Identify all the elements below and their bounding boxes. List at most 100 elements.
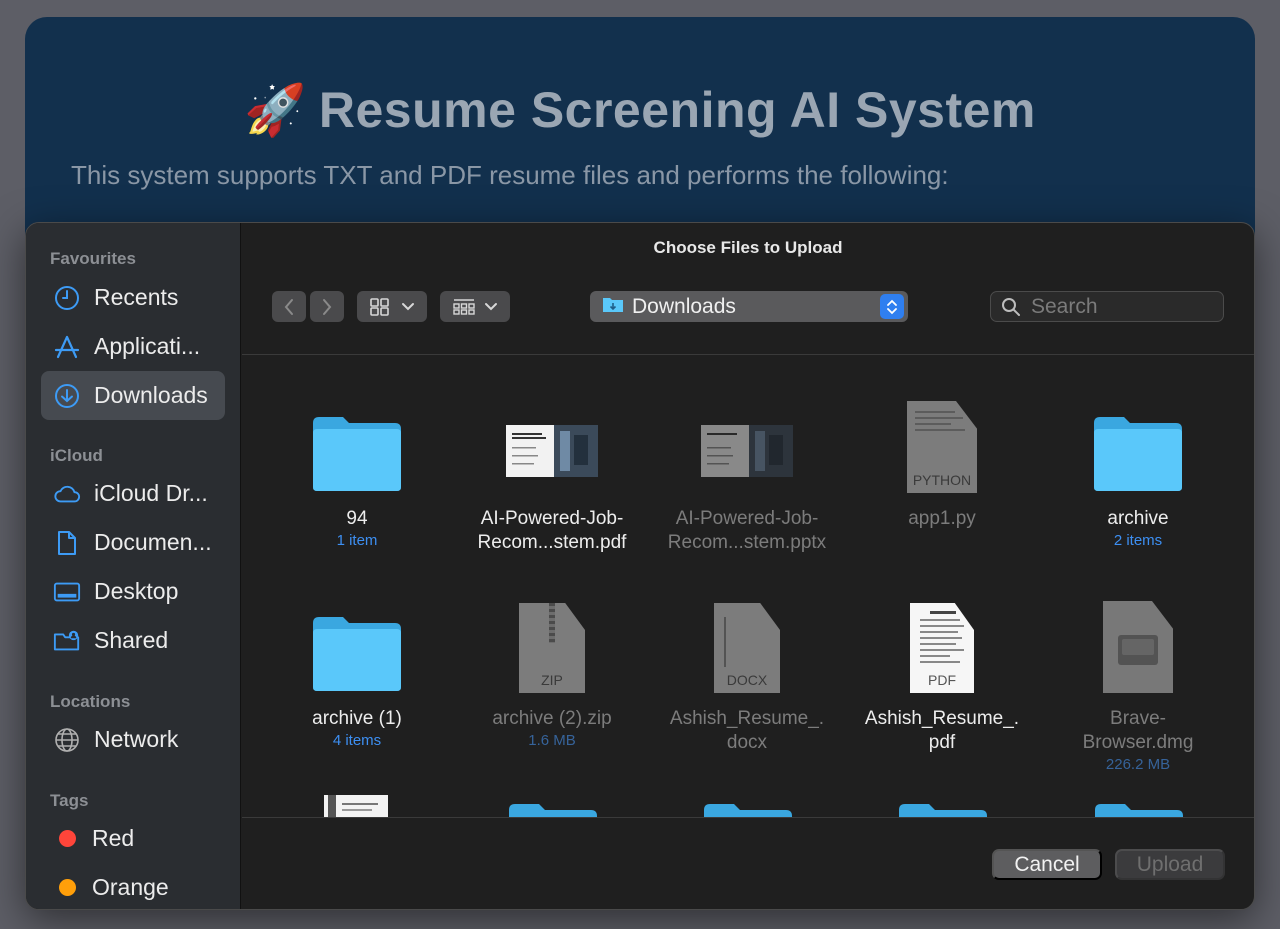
file-chooser-dialog: Favourites Recents Applicati... Download… [25,222,1255,910]
download-icon [53,382,81,410]
sidebar-item-label: Network [94,726,179,752]
red-tag-dot-icon [59,830,76,847]
dialog-title: Choose Files to Upload [653,238,843,257]
file-item-pdf-slide[interactable]: AI-Powered-Job- Recom...stem.pdf [454,391,650,555]
sidebar-item-label: Recents [94,284,179,310]
partial-folder-icon [1095,804,1183,817]
file-meta: 1 item [336,532,378,549]
file-name: archive (2).zip [492,708,612,729]
app-title-text: Resume Screening AI System [318,82,1036,138]
icon-view-icon [370,297,389,316]
file-item-pptx-slide: AI-Powered-Job- Recom...stem.pptx [649,391,845,555]
sidebar-section-icloud: iCloud [50,446,103,465]
file-meta: 4 items [332,732,382,749]
disk-image-icon [1040,591,1236,693]
desktop-icon [53,578,81,606]
partial-document-thumbnail-icon [324,795,388,817]
footer-divider [242,817,1254,818]
chevron-right-icon [323,298,332,315]
zip-file-icon: ZIP [454,591,650,693]
file-name: 94 [346,508,368,529]
rocket-icon: 🚀 [244,82,307,138]
file-item-dmg: Brave- Browser.dmg 226.2 MB [1040,591,1236,775]
file-item-folder-archive[interactable]: archive 2 items [1040,391,1236,551]
partial-folder-icon [509,804,597,817]
group-by-button[interactable] [440,291,510,322]
sidebar-item-label: iCloud Dr... [94,480,208,506]
document-icon [53,529,81,557]
chevron-left-icon [284,298,293,315]
file-name: AI-Powered-Job- Recom...stem.pdf [477,508,627,553]
sidebar-item-label: Documen... [94,529,212,555]
file-meta: 226.2 MB [1105,756,1171,773]
sidebar-item-label: Shared [94,627,169,653]
sidebar-section-favourites: Favourites [50,249,136,268]
folder-icon [259,391,455,493]
cancel-button[interactable]: Cancel [992,849,1102,880]
search-icon [1002,297,1020,316]
orange-tag-dot-icon [59,879,76,896]
sidebar-item-label: Red [92,825,135,851]
file-item-python: PYTHON app1.py [844,391,1040,531]
view-mode-button[interactable] [357,291,427,322]
file-item-docx: DOCX Ashish_Resume_. docx [649,591,845,755]
group-view-icon [453,298,475,315]
clock-icon [53,284,81,312]
file-item-pdf[interactable]: PDF Ashish_Resume_. pdf [844,591,1040,755]
back-button[interactable] [272,291,306,322]
app-subtitle: This system supports TXT and PDF resume … [71,160,949,190]
docx-file-icon: DOCX [649,591,845,693]
chevron-down-icon [402,302,414,310]
folder-icon [259,591,455,693]
sidebar-section-locations: Locations [50,692,131,711]
globe-icon [53,726,81,754]
search-field[interactable] [990,291,1224,322]
file-item-folder-94[interactable]: 94 1 item [259,391,455,551]
chevron-down-icon [485,302,497,310]
sidebar-item-label: Orange [92,874,169,900]
cloud-icon [53,480,81,508]
pdf-file-icon: PDF [844,591,1040,693]
sidebar-item-documents[interactable]: Documen... [41,518,225,567]
file-name: Ashish_Resume_. pdf [864,708,1020,753]
file-meta: 1.6 MB [528,732,576,749]
file-name: AI-Powered-Job- Recom...stem.pptx [667,508,827,553]
file-name: Brave- Browser.dmg [1082,708,1194,753]
sidebar-item-applications[interactable]: Applicati... [41,322,225,371]
file-name: Ashish_Resume_. docx [669,708,825,753]
sidebar-section-tags: Tags [50,791,89,810]
file-name: app1.py [908,508,976,529]
file-item-folder-archive-1[interactable]: archive (1) 4 items [259,591,455,751]
sidebar-item-label: Desktop [94,578,179,604]
sidebar: Favourites Recents Applicati... Download… [26,223,241,909]
sidebar-item-tag-red[interactable]: Red [41,814,225,863]
sidebar-item-label: Downloads [94,382,208,408]
applications-icon [53,333,81,361]
sidebar-item-label: Applicati... [94,333,201,359]
python-file-icon: PYTHON [844,391,1040,493]
updown-chevron-icon [880,294,904,319]
app-title: 🚀 Resume Screening AI System [25,81,1255,140]
file-name: archive [1107,508,1169,529]
forward-button[interactable] [310,291,344,322]
location-select-label: Downloads [632,294,736,318]
sidebar-item-tag-orange[interactable]: Orange [41,863,225,909]
sidebar-item-desktop[interactable]: Desktop [41,567,225,616]
sidebar-item-recents[interactable]: Recents [41,273,225,322]
upload-button[interactable]: Upload [1115,849,1225,880]
partial-folder-icon [899,804,987,817]
file-name: archive (1) [312,708,402,729]
search-input[interactable] [1031,294,1211,319]
sidebar-item-shared[interactable]: Shared [41,616,225,665]
sidebar-item-network[interactable]: Network [41,715,225,764]
file-browser: Choose Files to Upload Downloads Search … [242,223,1254,909]
partial-folder-icon [704,804,792,817]
folder-download-icon [602,295,624,319]
sidebar-item-downloads[interactable]: Downloads [41,371,225,420]
folder-icon [1040,391,1236,493]
file-grid: 94 1 item AI-Powered-Job- Recom...stem.p… [242,355,1254,817]
shared-folder-icon [53,627,81,655]
sidebar-item-icloud-drive[interactable]: iCloud Dr... [41,469,225,518]
file-meta: 2 items [1113,532,1163,549]
location-select[interactable]: Downloads [590,291,908,322]
